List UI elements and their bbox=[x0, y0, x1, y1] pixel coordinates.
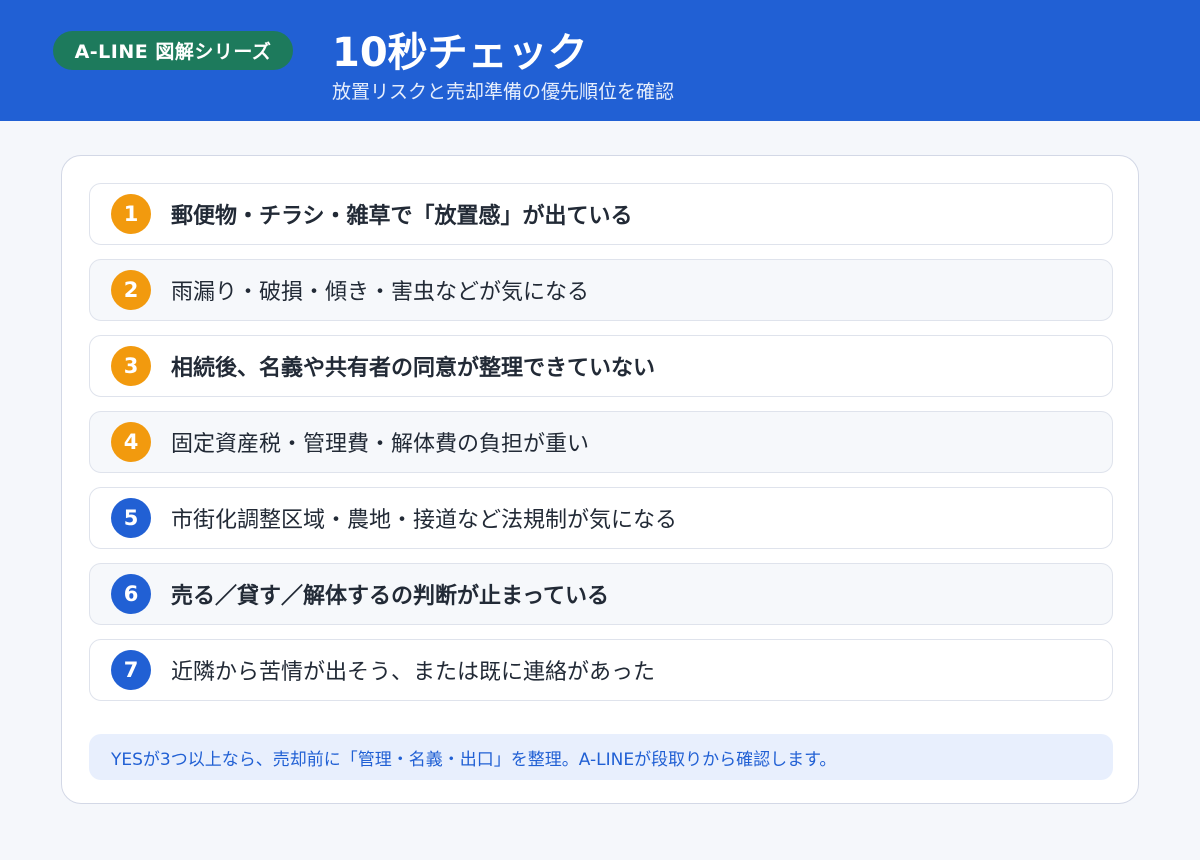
footer-note: YESが3つ以上なら、売却前に「管理・名義・出口」を整理。A-LINEが段取りか… bbox=[89, 734, 1113, 780]
item-text: 雨漏り・破損・傾き・害虫などが気になる bbox=[171, 280, 590, 305]
checklist-item-4: 4 固定資産税・管理費・解体費の負担が重い bbox=[89, 411, 1113, 473]
item-number-badge: 1 bbox=[111, 194, 151, 234]
checklist-item-5: 5 市街化調整区域・農地・接道など法規制が気になる bbox=[89, 487, 1113, 549]
checklist-item-1: 1 郵便物・チラシ・雑草で「放置感」が出ている bbox=[89, 183, 1113, 245]
item-text: 売る／貸す／解体するの判断が止まっている bbox=[171, 584, 610, 609]
checklist-card: 1 郵便物・チラシ・雑草で「放置感」が出ている 2 雨漏り・破損・傾き・害虫など… bbox=[61, 155, 1139, 804]
series-badge: A-LINE 図解シリーズ bbox=[53, 31, 293, 70]
page-subtitle: 放置リスクと売却準備の優先順位を確認 bbox=[332, 81, 675, 103]
item-number-badge: 4 bbox=[111, 422, 151, 462]
checklist-item-2: 2 雨漏り・破損・傾き・害虫などが気になる bbox=[89, 259, 1113, 321]
item-number-badge: 3 bbox=[111, 346, 151, 386]
item-text: 相続後、名義や共有者の同意が整理できていない bbox=[171, 356, 656, 381]
item-number-badge: 5 bbox=[111, 498, 151, 538]
checklist-item-3: 3 相続後、名義や共有者の同意が整理できていない bbox=[89, 335, 1113, 397]
item-number-badge: 7 bbox=[111, 650, 151, 690]
item-text: 郵便物・チラシ・雑草で「放置感」が出ている bbox=[171, 204, 633, 229]
item-number-badge: 2 bbox=[111, 270, 151, 310]
item-number-badge: 6 bbox=[111, 574, 151, 614]
checklist-item-7: 7 近隣から苦情が出そう、または既に連絡があった bbox=[89, 639, 1113, 701]
checklist-item-6: 6 売る／貸す／解体するの判断が止まっている bbox=[89, 563, 1113, 625]
page-title: 10秒チェック bbox=[332, 30, 588, 76]
item-text: 市街化調整区域・農地・接道など法規制が気になる bbox=[171, 508, 678, 533]
header-banner: A-LINE 図解シリーズ 10秒チェック 放置リスクと売却準備の優先順位を確認 bbox=[0, 0, 1200, 121]
item-text: 近隣から苦情が出そう、または既に連絡があった bbox=[171, 660, 656, 685]
item-text: 固定資産税・管理費・解体費の負担が重い bbox=[171, 432, 590, 457]
